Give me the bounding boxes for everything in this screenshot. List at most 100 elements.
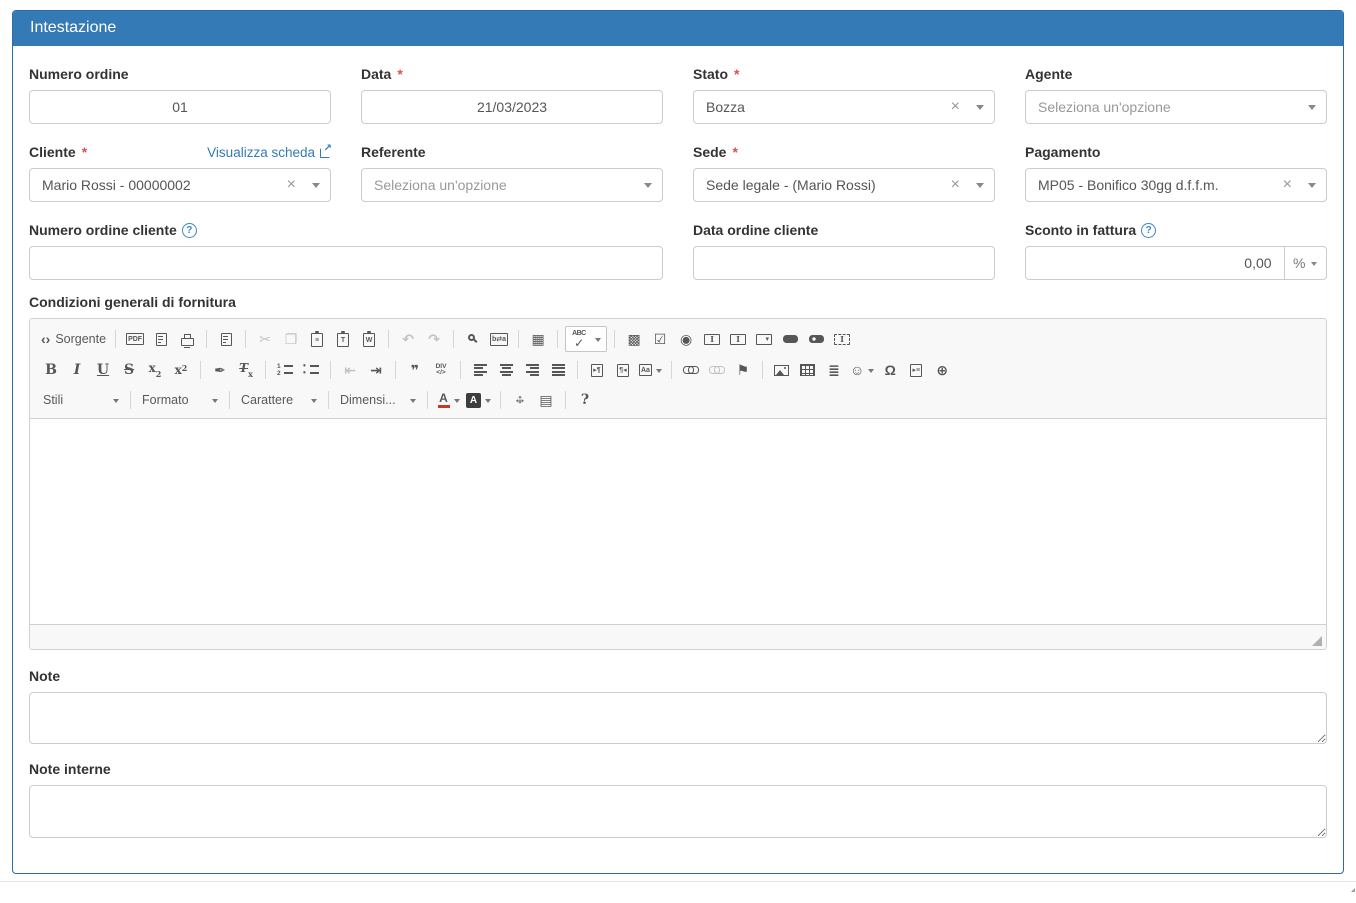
- subscript-button[interactable]: x2: [143, 358, 167, 382]
- note-textarea[interactable]: [29, 692, 1327, 744]
- field-referente: Referente Seleziona un'opzione: [361, 143, 663, 202]
- replace-button[interactable]: b⇄a: [487, 327, 511, 351]
- copy-button[interactable]: ❐: [279, 327, 303, 351]
- numero-ordine-input[interactable]: [29, 90, 331, 124]
- select-field-button[interactable]: ▾: [752, 327, 776, 351]
- visualizza-scheda-link[interactable]: Visualizza scheda: [207, 145, 331, 160]
- numero-ordine-cliente-input[interactable]: [29, 246, 663, 280]
- cliente-select[interactable]: Mario Rossi - 00000002 ×: [29, 168, 331, 202]
- editor-content-area[interactable]: [30, 419, 1326, 624]
- sede-select[interactable]: Sede legale - (Mario Rossi) ×: [693, 168, 995, 202]
- image-button-button[interactable]: [804, 327, 828, 351]
- note-interne-textarea[interactable]: [29, 785, 1327, 838]
- hidden-field-button[interactable]: I: [830, 327, 854, 351]
- clear-icon[interactable]: ×: [287, 177, 296, 193]
- sconto-in-fattura-input[interactable]: [1025, 246, 1285, 280]
- bulleted-list-button[interactable]: [299, 358, 323, 382]
- paste-text-button[interactable]: T: [331, 327, 355, 351]
- form-icon: ▩: [627, 332, 640, 346]
- remove-format-button[interactable]: Tx: [234, 358, 258, 382]
- redo-button[interactable]: ↷: [422, 327, 446, 351]
- strikethrough-button[interactable]: S: [117, 358, 141, 382]
- blockquote-button[interactable]: ❞: [403, 358, 427, 382]
- checkbox-button[interactable]: ☑: [648, 327, 672, 351]
- required-mark: *: [82, 144, 87, 160]
- copy-formatting-button[interactable]: ✒: [208, 358, 232, 382]
- align-right-button[interactable]: [520, 358, 544, 382]
- format-button[interactable]: Formato: [138, 388, 222, 412]
- data-input[interactable]: [361, 90, 663, 124]
- language-button[interactable]: Aa: [637, 358, 664, 382]
- iframe-button[interactable]: ⊕: [930, 358, 954, 382]
- image-button[interactable]: [770, 358, 794, 382]
- background-color-button[interactable]: A: [464, 388, 493, 412]
- export-pdf-button[interactable]: PDF: [123, 327, 147, 351]
- templates-button[interactable]: [214, 327, 238, 351]
- styles-button[interactable]: Stili: [39, 388, 123, 412]
- form-button[interactable]: ▩: [622, 327, 646, 351]
- print-button[interactable]: [175, 327, 199, 351]
- button-field-button[interactable]: [778, 327, 802, 351]
- spell-check-button[interactable]: ABC✓: [565, 326, 607, 352]
- language-icon: Aa: [639, 364, 652, 376]
- resize-handle-icon[interactable]: [1312, 636, 1322, 646]
- link-button[interactable]: [679, 358, 703, 382]
- find-button[interactable]: [461, 327, 485, 351]
- stato-select[interactable]: Bozza ×: [693, 90, 995, 124]
- superscript-button[interactable]: x2: [169, 358, 193, 382]
- font-size-button[interactable]: Dimensi...: [336, 388, 420, 412]
- toolbar-separator: [460, 361, 461, 379]
- paste-button[interactable]: ≡: [305, 327, 329, 351]
- templates-icon: [221, 333, 232, 346]
- cut-button[interactable]: ✂: [253, 327, 277, 351]
- align-justify-button[interactable]: [546, 358, 570, 382]
- toolbar-separator: [762, 361, 763, 379]
- toolbar-separator: [671, 361, 672, 379]
- clear-icon[interactable]: ×: [1283, 177, 1292, 193]
- about-button[interactable]: ?: [573, 388, 597, 412]
- maximize-button[interactable]: [508, 388, 532, 412]
- clear-icon[interactable]: ×: [951, 177, 960, 193]
- text-direction-rtl-button[interactable]: ¶◂: [611, 358, 635, 382]
- preview-button[interactable]: [149, 327, 173, 351]
- font-size-label: Dimensi...: [340, 393, 396, 407]
- text-field-button[interactable]: I: [700, 327, 724, 351]
- referente-select[interactable]: Seleziona un'opzione: [361, 168, 663, 202]
- help-icon[interactable]: ?: [1141, 223, 1156, 238]
- special-character-button[interactable]: Ω: [878, 358, 902, 382]
- unlink-button[interactable]: [705, 358, 729, 382]
- italic-icon: I: [74, 363, 81, 377]
- paste-from-word-button[interactable]: W: [357, 327, 381, 351]
- clear-icon[interactable]: ×: [951, 99, 960, 115]
- italic-button[interactable]: I: [65, 358, 89, 382]
- pagamento-select[interactable]: MP05 - Bonifico 30gg d.f.f.m. ×: [1025, 168, 1327, 202]
- help-icon[interactable]: ?: [182, 223, 197, 238]
- align-center-button[interactable]: [494, 358, 518, 382]
- horizontal-rule-button[interactable]: ≣: [822, 358, 846, 382]
- numbered-list-button[interactable]: [273, 358, 297, 382]
- data-ordine-cliente-input[interactable]: [693, 246, 995, 280]
- decrease-indent-button[interactable]: ⇤: [338, 358, 362, 382]
- align-left-button[interactable]: [468, 358, 492, 382]
- underline-button[interactable]: U: [91, 358, 115, 382]
- smiley-button[interactable]: ☺: [848, 358, 876, 382]
- radio-button-button[interactable]: ◉: [674, 327, 698, 351]
- paste-from-word-icon: W: [363, 333, 375, 347]
- undo-button[interactable]: ↶: [396, 327, 420, 351]
- bold-button[interactable]: B: [39, 358, 63, 382]
- page-break-button[interactable]: ▸≡: [904, 358, 928, 382]
- div-container-button[interactable]: DIV</>: [429, 358, 453, 382]
- increase-indent-button[interactable]: ⇥: [364, 358, 388, 382]
- agente-select[interactable]: Seleziona un'opzione: [1025, 90, 1327, 124]
- source-button[interactable]: ‹›Sorgente: [39, 327, 108, 351]
- textarea-button[interactable]: I: [726, 327, 750, 351]
- text-direction-ltr-button[interactable]: ▸¶: [585, 358, 609, 382]
- anchor-button[interactable]: ⚑: [731, 358, 755, 382]
- select-all-button[interactable]: ▦: [526, 327, 550, 351]
- show-blocks-button[interactable]: ▤: [534, 388, 558, 412]
- font-button[interactable]: Carattere: [237, 388, 321, 412]
- sconto-unit-select[interactable]: %: [1285, 246, 1327, 280]
- source-label: Sorgente: [55, 332, 106, 346]
- table-button[interactable]: [796, 358, 820, 382]
- text-color-button[interactable]: A: [435, 388, 462, 412]
